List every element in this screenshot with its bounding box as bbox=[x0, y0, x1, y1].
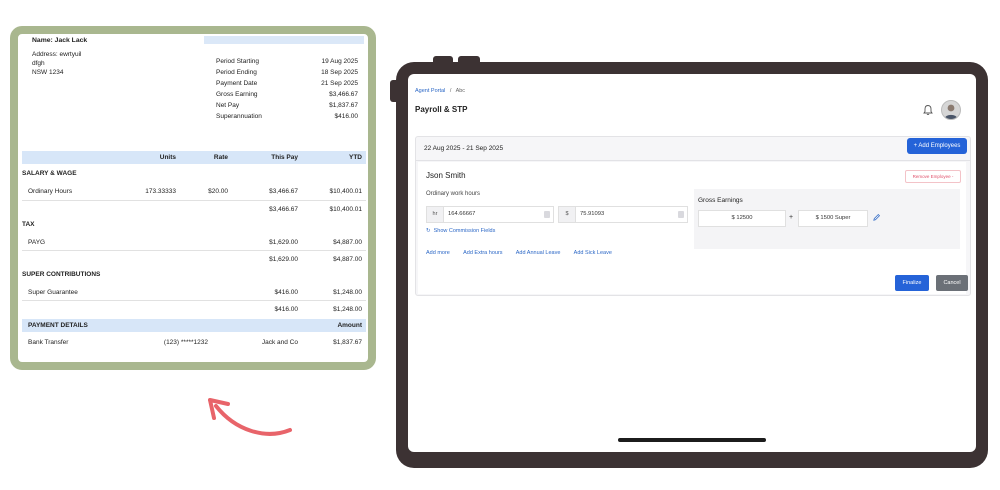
add-employees-button[interactable]: + Add Employees bbox=[907, 138, 967, 154]
rate-prefix: $ bbox=[559, 207, 576, 222]
table-row-total: $416.00 $1,248.00 bbox=[274, 306, 363, 313]
breadcrumb-separator: / bbox=[449, 88, 452, 94]
ordinary-hours-label: Ordinary work hours bbox=[426, 191, 481, 197]
gross-earnings-box: Gross Earnings $ 12500 + $ 1500 Super bbox=[694, 189, 960, 249]
address-line-2: dfgh bbox=[32, 60, 45, 67]
plus-sign: + bbox=[789, 214, 794, 221]
pay-period: 22 Aug 2025 - 21 Sep 2025 bbox=[424, 145, 504, 152]
summary-row: Net Pay $1,837.67 bbox=[216, 102, 358, 109]
payroll-panel: 22 Aug 2025 - 21 Sep 2025 + Add Employee… bbox=[415, 136, 971, 296]
bell-icon[interactable] bbox=[922, 104, 934, 116]
salary-section-title: SALARY & WAGE bbox=[22, 170, 77, 177]
remove-employee-button[interactable]: Remove Employee - bbox=[905, 170, 961, 183]
row-divider bbox=[22, 300, 366, 301]
breadcrumb-agent-portal[interactable]: Agent Portal bbox=[415, 88, 445, 94]
hours-value[interactable]: 164.66667 bbox=[448, 207, 475, 222]
employee-address: Address: ewrtyuil dfgh NSW 1234 bbox=[32, 50, 82, 77]
earnings-table-header: Units Rate This Pay YTD bbox=[22, 151, 366, 164]
user-avatar-icon bbox=[944, 104, 958, 119]
hours-input[interactable]: hr 164.66667 bbox=[426, 206, 554, 223]
add-extra-hours-link[interactable]: Add Extra hours bbox=[463, 250, 502, 256]
home-indicator bbox=[618, 438, 766, 442]
cancel-button[interactable]: Cancel bbox=[936, 275, 968, 291]
address-line-3: NSW 1234 bbox=[32, 69, 64, 76]
payment-row: Bank Transfer (123) *****1232 Jack and C… bbox=[28, 339, 362, 346]
tax-section-title: TAX bbox=[22, 221, 35, 228]
add-sick-leave-link[interactable]: Add Sick Leave bbox=[574, 250, 612, 256]
hours-stepper-icon[interactable] bbox=[544, 211, 550, 218]
summary-row: Payment Date 21 Sep 2025 bbox=[216, 80, 358, 87]
summary-row: Superannuation $416.00 bbox=[216, 113, 358, 120]
super-section-title: SUPER CONTRIBUTIONS bbox=[22, 271, 101, 278]
summary-row: Gross Earning $3,466.67 bbox=[216, 91, 358, 98]
payslip-card: Name: Jack Lack Address: ewrtyuil dfgh N… bbox=[10, 26, 376, 370]
rate-stepper-icon[interactable] bbox=[678, 211, 684, 218]
payment-details-header: PAYMENT DETAILS Amount bbox=[22, 319, 366, 332]
row-divider bbox=[22, 200, 366, 201]
panel-divider bbox=[416, 160, 970, 161]
show-commission-label: Show Commission Fields bbox=[433, 228, 496, 234]
breadcrumb: Agent Portal / Abc bbox=[415, 88, 465, 94]
table-row: PAYG $1,629.00 $4,887.00 bbox=[28, 239, 362, 246]
add-more-link[interactable]: Add more bbox=[426, 250, 450, 256]
user-avatar[interactable] bbox=[941, 100, 961, 120]
address-line-1: Address: ewrtyuil bbox=[32, 51, 82, 58]
gross-earnings-label: Gross Earnings bbox=[698, 197, 743, 204]
gross-earnings-field[interactable]: $ 12500 bbox=[698, 210, 786, 227]
summary-row: Period Ending 18 Sep 2025 bbox=[216, 69, 358, 76]
summary-row: Period Starting 19 Aug 2025 bbox=[216, 58, 358, 65]
employee-name: Json Smith bbox=[426, 171, 466, 180]
table-row: Ordinary Hours 173.33333 $20.00 $3,466.6… bbox=[28, 188, 362, 195]
tablet-screen: Agent Portal / Abc Payroll & STP 22 Aug … bbox=[408, 74, 976, 452]
payslip-top-bar bbox=[204, 36, 364, 44]
refresh-icon: ↻ bbox=[426, 228, 431, 234]
table-row-total: $1,629.00 $4,887.00 bbox=[269, 256, 362, 263]
rate-value[interactable]: 75.91093 bbox=[580, 207, 604, 222]
table-row-total: $3,466.67 $10,400.01 bbox=[269, 206, 362, 213]
super-field[interactable]: $ 1500 Super bbox=[798, 210, 868, 227]
employee-name: Name: Jack Lack bbox=[32, 37, 88, 44]
add-links: Add more Add Extra hours Add Annual Leav… bbox=[426, 250, 624, 256]
add-annual-leave-link[interactable]: Add Annual Leave bbox=[516, 250, 561, 256]
employee-card: Json Smith Remove Employee - Ordinary wo… bbox=[418, 162, 966, 294]
breadcrumb-current: Abc bbox=[455, 88, 466, 94]
show-commission-toggle[interactable]: ↻ Show Commission Fields bbox=[426, 228, 495, 234]
hours-prefix: hr bbox=[427, 207, 444, 222]
curved-arrow-icon bbox=[208, 398, 292, 436]
finalize-button[interactable]: Finalize bbox=[895, 275, 929, 291]
rate-input[interactable]: $ 75.91093 bbox=[558, 206, 688, 223]
pay-summary: Period Starting 19 Aug 2025 Period Ending… bbox=[216, 56, 358, 122]
pencil-icon[interactable] bbox=[872, 213, 881, 222]
table-row: Super Guarantee $416.00 $1,248.00 bbox=[28, 289, 362, 296]
page-title: Payroll & STP bbox=[415, 105, 468, 114]
row-divider bbox=[22, 250, 366, 251]
